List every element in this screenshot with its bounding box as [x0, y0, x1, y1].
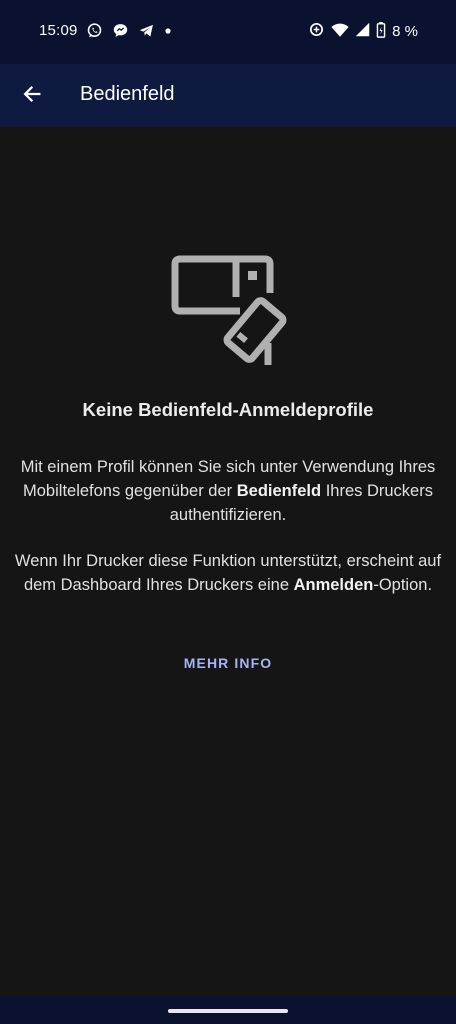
status-time: 15:09	[39, 22, 78, 39]
page-title: Bedienfeld	[80, 83, 175, 105]
telegram-icon	[138, 22, 155, 39]
data-saver-icon	[308, 21, 325, 42]
app-bar: Bedienfeld	[0, 64, 456, 127]
description-paragraph-1: Mit einem Profil können Sie sich unter V…	[14, 455, 442, 527]
para2-text-b: -Option.	[373, 576, 433, 594]
status-bar: 15:09 8 %	[0, 0, 456, 64]
system-status-icons: 8 %	[308, 21, 418, 42]
dot-icon	[164, 27, 172, 35]
empty-state-headline: Keine Bedienfeld-Anmeldeprofile	[82, 399, 374, 420]
signal-icon	[355, 22, 370, 41]
whatsapp-icon	[86, 22, 103, 39]
wifi-icon	[331, 22, 349, 42]
back-button[interactable]	[14, 76, 50, 112]
para2-bold-term: Anmelden	[293, 576, 374, 594]
notification-icons	[86, 22, 172, 39]
empty-state: Keine Bedienfeld-Anmeldeprofile Mit eine…	[0, 127, 456, 996]
navigation-bar	[0, 996, 456, 1024]
battery-icon	[376, 21, 386, 42]
empty-state-description: Mit einem Profil können Sie sich unter V…	[14, 455, 442, 597]
panel-card-icon	[169, 253, 287, 371]
more-info-button[interactable]: MEHR INFO	[184, 655, 272, 671]
arrow-back-icon	[23, 86, 41, 102]
description-paragraph-2: Wenn Ihr Drucker diese Funktion unterstü…	[14, 549, 442, 597]
para1-bold-term: Bedienfeld	[236, 482, 322, 500]
home-gesture-handle[interactable]	[168, 1009, 288, 1013]
more-info-container: MEHR INFO	[0, 655, 456, 673]
battery-percentage: 8 %	[392, 23, 418, 40]
chat-bubble-icon	[112, 22, 129, 39]
